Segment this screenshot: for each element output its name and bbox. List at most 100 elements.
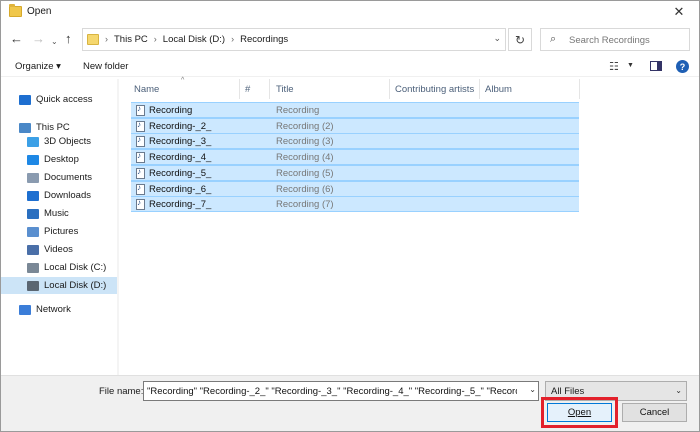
file-row[interactable]: Recording-_5_ Recording (5) bbox=[131, 164, 579, 181]
drive-icon bbox=[27, 262, 39, 273]
file-title-cell: Recording (4) bbox=[276, 152, 334, 164]
audio-file-icon bbox=[136, 198, 145, 211]
file-title-cell: Recording bbox=[276, 105, 320, 116]
chevron-right-icon: › bbox=[105, 34, 108, 44]
open-button[interactable]: Open bbox=[547, 403, 612, 422]
breadcrumb-this-pc[interactable]: This PC bbox=[114, 34, 148, 45]
sidebar-item[interactable]: Desktop bbox=[1, 151, 119, 168]
sidebar-item[interactable]: Videos bbox=[1, 241, 119, 258]
column-divider[interactable] bbox=[389, 79, 390, 99]
star-icon bbox=[19, 94, 31, 105]
file-name-cell: Recording-_3_ bbox=[149, 136, 212, 148]
network-icon bbox=[19, 304, 31, 315]
cancel-button[interactable]: Cancel bbox=[622, 403, 687, 422]
close-icon[interactable]: ✕ bbox=[665, 2, 693, 22]
sidebar-item[interactable]: Network bbox=[1, 301, 119, 318]
view-options-icon[interactable]: ☷ bbox=[609, 60, 619, 73]
file-title-cell: Recording (6) bbox=[276, 183, 334, 195]
organize-button[interactable]: Organize ▾ bbox=[15, 61, 61, 72]
search-input[interactable] bbox=[569, 33, 687, 47]
file-name-input[interactable] bbox=[147, 385, 517, 398]
file-name-cell: Recording-_4_ bbox=[149, 152, 212, 164]
file-row[interactable]: Recording Recording bbox=[131, 102, 579, 118]
music-icon bbox=[27, 208, 39, 219]
column-divider[interactable] bbox=[269, 79, 270, 99]
address-bar[interactable]: › This PC › Local Disk (D:) › Recordings… bbox=[82, 28, 506, 51]
file-name-combobox[interactable]: ⌄ bbox=[143, 381, 539, 401]
sidebar-item-label: Pictures bbox=[44, 226, 79, 237]
desktop-icon bbox=[27, 154, 39, 165]
forward-arrow-icon[interactable]: → bbox=[32, 32, 45, 46]
video-icon bbox=[27, 244, 39, 255]
help-icon[interactable]: ? bbox=[676, 60, 689, 73]
up-arrow-icon[interactable]: ↑ bbox=[65, 32, 72, 46]
chevron-right-icon[interactable]: › bbox=[154, 34, 157, 45]
chevron-down-icon[interactable]: ⌄ bbox=[493, 33, 501, 44]
column-header-title[interactable]: Title bbox=[276, 84, 294, 95]
column-header-contributing-artists[interactable]: Contributing artists bbox=[395, 84, 474, 95]
refresh-button[interactable]: ↻ bbox=[508, 28, 532, 51]
cube-icon bbox=[27, 136, 39, 147]
sidebar-item-label: Local Disk (C:) bbox=[44, 262, 107, 273]
column-header-name[interactable]: Name bbox=[134, 84, 159, 95]
sidebar-item[interactable]: 3D Objects bbox=[1, 133, 119, 150]
file-title-cell: Recording (7) bbox=[276, 199, 334, 211]
audio-file-icon bbox=[136, 104, 145, 116]
audio-file-icon bbox=[136, 167, 145, 179]
breadcrumb-recordings[interactable]: Recordings bbox=[240, 34, 288, 45]
column-divider[interactable] bbox=[479, 79, 480, 99]
sidebar-item[interactable]: Local Disk (C:) bbox=[1, 259, 119, 276]
audio-file-icon bbox=[136, 135, 145, 148]
column-headers: ^ Name # Title Contributing artists Albu… bbox=[119, 77, 699, 99]
navigation-row: ← → ⌄ ↑ › This PC › Local Disk (D:) › Re… bbox=[1, 25, 699, 55]
open-dialog: Open ✕ ← → ⌄ ↑ › This PC › Local Disk (D… bbox=[0, 0, 700, 432]
sidebar-item[interactable]: Quick access bbox=[1, 91, 119, 108]
breadcrumb: › This PC › Local Disk (D:) › Recordings bbox=[105, 34, 288, 45]
file-row[interactable]: Recording-_6_ Recording (6) bbox=[131, 180, 579, 197]
preview-pane-icon[interactable] bbox=[650, 61, 662, 71]
sidebar-item[interactable]: Music bbox=[1, 205, 119, 222]
sidebar-item-label: Videos bbox=[44, 244, 73, 255]
column-header-number[interactable]: # bbox=[245, 84, 250, 95]
recent-locations-chevron-icon[interactable]: ⌄ bbox=[51, 35, 58, 49]
sidebar-item-label: Network bbox=[36, 304, 71, 315]
column-divider[interactable] bbox=[239, 79, 240, 99]
chevron-right-icon[interactable]: › bbox=[231, 34, 234, 45]
file-title-cell: Recording (2) bbox=[276, 120, 334, 132]
sidebar-item[interactable]: Local Disk (D:) bbox=[1, 277, 119, 294]
sidebar-item-label: Local Disk (D:) bbox=[44, 280, 107, 291]
file-row[interactable]: Recording-_7_ Recording (7) bbox=[131, 196, 579, 213]
file-name-cell: Recording-_5_ bbox=[149, 167, 212, 179]
chevron-down-icon[interactable]: ⌄ bbox=[529, 385, 536, 394]
column-header-album[interactable]: Album bbox=[485, 84, 512, 95]
sidebar-item-label: Music bbox=[44, 208, 69, 219]
chevron-down-icon: ⌄ bbox=[675, 386, 682, 395]
audio-file-icon bbox=[136, 120, 145, 132]
column-divider[interactable] bbox=[579, 79, 580, 99]
sidebar-item[interactable]: Downloads bbox=[1, 187, 119, 204]
file-name-cell: Recording bbox=[149, 105, 193, 116]
window-title: Open bbox=[27, 6, 52, 17]
document-icon bbox=[27, 172, 39, 183]
chevron-down-icon[interactable]: ▼ bbox=[627, 62, 634, 69]
download-icon bbox=[27, 190, 39, 201]
search-icon: ⌕ bbox=[550, 33, 557, 45]
sidebar-item[interactable]: Documents bbox=[1, 169, 119, 186]
file-type-value: All Files bbox=[551, 386, 585, 397]
file-list: ^ Name # Title Contributing artists Albu… bbox=[119, 77, 699, 375]
folder-icon bbox=[87, 34, 99, 45]
file-title-cell: Recording (5) bbox=[276, 167, 334, 179]
new-folder-button[interactable]: New folder bbox=[83, 61, 128, 72]
search-box[interactable]: ⌕ bbox=[540, 28, 690, 51]
file-row[interactable]: Recording-_3_ Recording (3) bbox=[131, 133, 579, 150]
file-name-cell: Recording-_7_ bbox=[149, 199, 212, 211]
file-name-label: File name: bbox=[99, 386, 144, 397]
picture-icon bbox=[27, 226, 39, 237]
refresh-icon: ↻ bbox=[514, 32, 526, 47]
breadcrumb-local-disk-d[interactable]: Local Disk (D:) bbox=[163, 34, 225, 45]
back-arrow-icon[interactable]: ← bbox=[10, 32, 23, 46]
sidebar-item-label: Desktop bbox=[44, 154, 79, 165]
sidebar-item[interactable]: Pictures bbox=[1, 223, 119, 240]
file-row[interactable]: Recording-_4_ Recording (4) bbox=[131, 149, 579, 166]
file-row[interactable]: Recording-_2_ Recording (2) bbox=[131, 117, 579, 134]
